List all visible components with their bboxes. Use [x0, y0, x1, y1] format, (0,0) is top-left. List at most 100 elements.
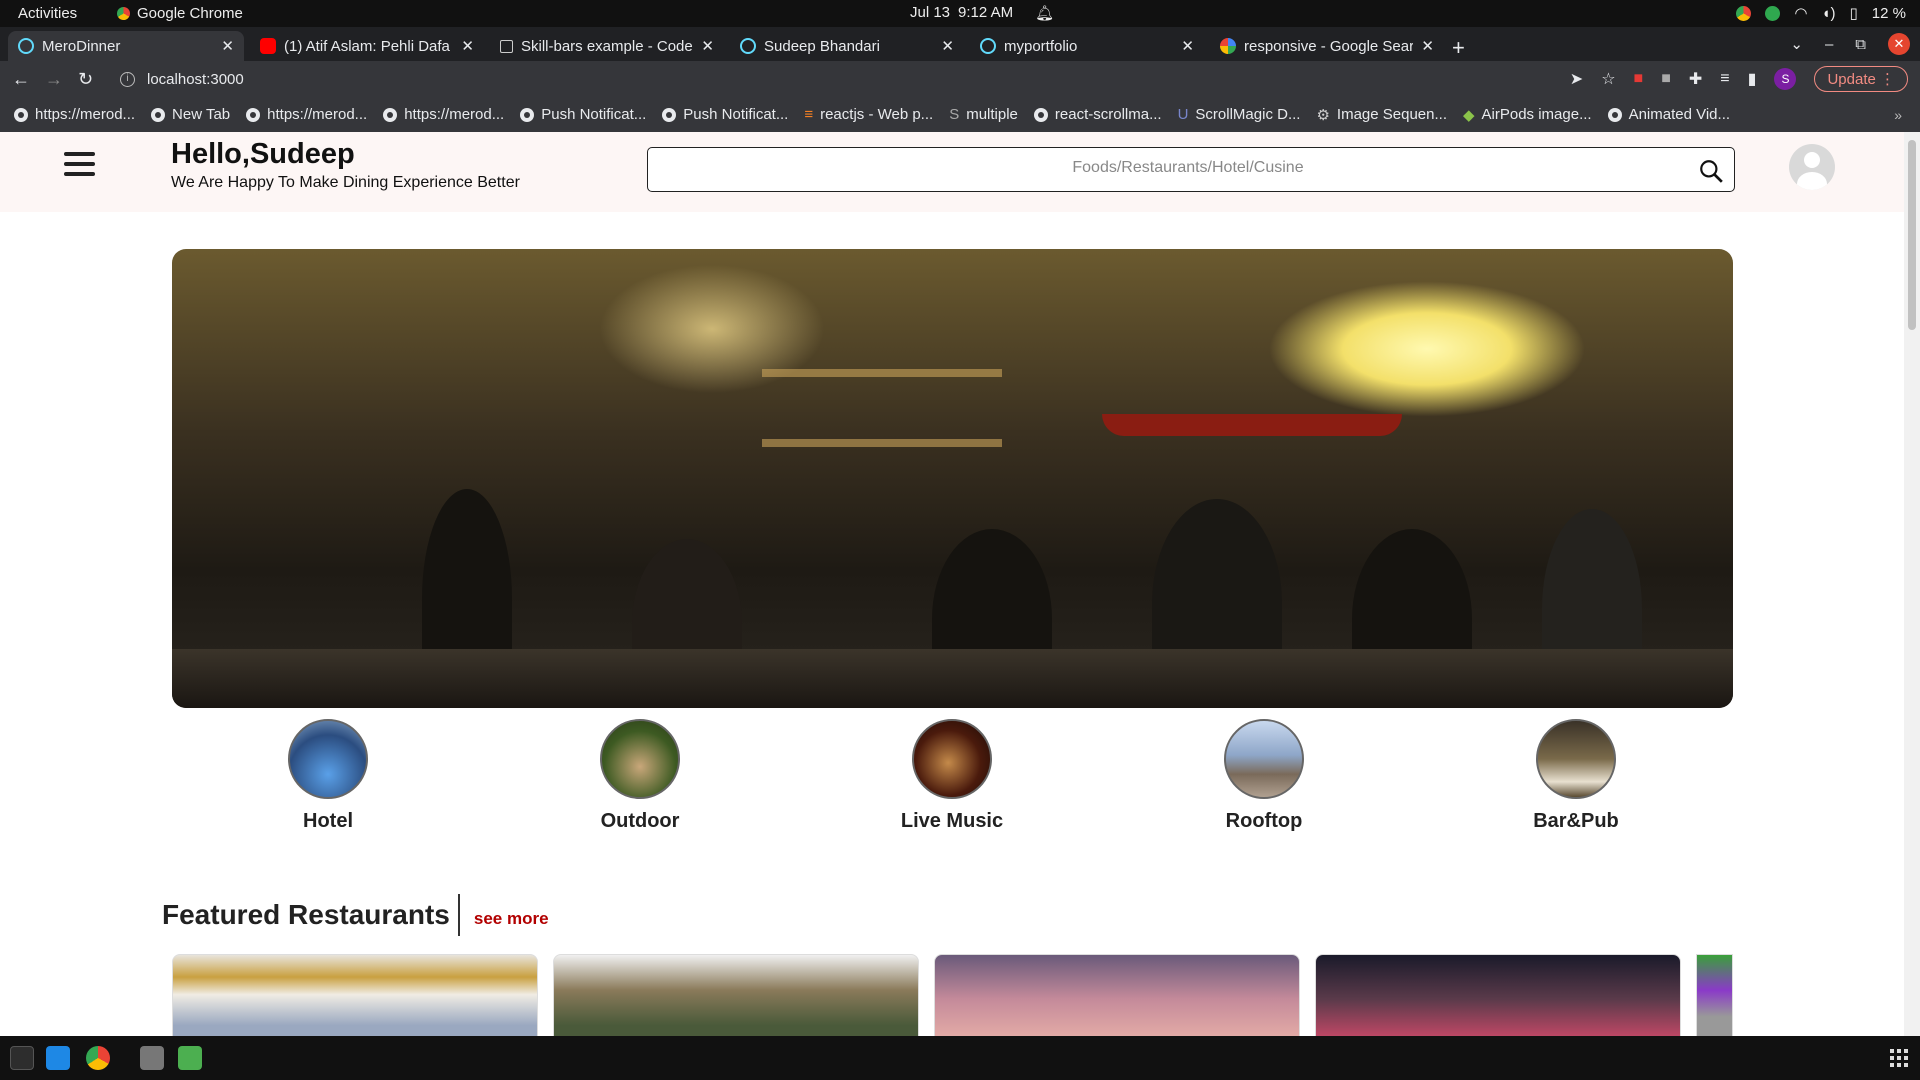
tab-strip: MeroDinner ✕ (1) Atif Aslam: Pehli Dafa … — [0, 27, 1920, 61]
scrollbar-thumb[interactable] — [1908, 140, 1916, 330]
bookmark-item[interactable]: https://merod... — [246, 106, 367, 123]
vscode-icon[interactable] — [46, 1046, 70, 1070]
restaurant-card[interactable] — [172, 954, 538, 1036]
profile-avatar[interactable]: S — [1774, 68, 1797, 90]
bookmark-item[interactable]: ◆ AirPods image... — [1463, 106, 1592, 124]
close-tab-icon[interactable]: ✕ — [461, 37, 474, 55]
hero-shelf — [762, 369, 1002, 377]
system-tray[interactable]: ◠ ◖) ▯ 12 % — [1736, 4, 1906, 22]
bookmark-item[interactable]: ⚙ Image Sequen... — [1316, 106, 1447, 124]
tab-codesandbox[interactable]: Skill-bars example - CodeS ✕ — [490, 31, 724, 61]
search-box — [647, 147, 1735, 192]
trash-icon[interactable] — [178, 1046, 202, 1070]
tab-search-icon[interactable]: ⌄ — [1790, 35, 1803, 53]
restaurant-card[interactable] — [934, 954, 1300, 1036]
see-more-link[interactable]: see more — [474, 909, 549, 929]
category-rooftop[interactable]: Rooftop — [1184, 719, 1344, 833]
update-label: Update — [1827, 71, 1876, 88]
side-panel-icon[interactable]: ▮ — [1748, 69, 1757, 89]
extension-red-icon[interactable]: ■ — [1634, 70, 1644, 88]
react-favicon-icon — [18, 38, 34, 54]
category-outdoor[interactable]: Outdoor — [560, 719, 720, 833]
forward-icon[interactable]: → — [45, 69, 63, 90]
chrome-tray-icon — [1736, 5, 1752, 21]
bookmark-item[interactable]: U ScrollMagic D... — [1178, 106, 1301, 123]
reload-icon[interactable]: ↻ — [78, 69, 93, 90]
update-button[interactable]: Update ⋮ — [1814, 66, 1908, 92]
close-tab-icon[interactable]: ✕ — [941, 37, 954, 55]
terminal-icon[interactable] — [10, 1046, 34, 1070]
tab-youtube[interactable]: (1) Atif Aslam: Pehli Dafa ✕ — [250, 31, 484, 61]
featured-title: Featured Restaurants — [162, 899, 450, 930]
tab-google-search[interactable]: responsive - Google Searc ✕ — [1210, 31, 1444, 61]
extension-gray-icon[interactable]: ■ — [1661, 70, 1671, 88]
search-icon[interactable] — [1698, 158, 1724, 184]
bookmark-label: Push Notificat... — [683, 106, 789, 123]
youtube-favicon-icon — [260, 38, 276, 54]
files-icon[interactable] — [140, 1046, 164, 1070]
address-bar[interactable]: i localhost:3000 — [108, 64, 1548, 94]
more-bookmarks-icon[interactable]: » — [1894, 107, 1902, 123]
bookmark-label: Image Sequen... — [1336, 106, 1447, 123]
tab-myportfolio[interactable]: myportfolio ✕ — [970, 31, 1204, 61]
close-window-button[interactable]: ✕ — [1888, 33, 1910, 55]
show-apps-icon[interactable] — [1890, 1049, 1908, 1067]
bookmark-item[interactable]: react-scrollma... — [1033, 106, 1162, 123]
taskbar — [0, 1036, 1920, 1080]
battery-icon: ▯ — [1849, 5, 1858, 22]
app-menu[interactable]: Google Chrome — [117, 5, 243, 22]
chrome-dock-icon[interactable] — [86, 1046, 110, 1070]
google-favicon-icon — [1220, 38, 1236, 54]
site-header: Hello,Sudeep We Are Happy To Make Dining… — [0, 132, 1904, 212]
bookmark-item[interactable]: https://merod... — [14, 106, 135, 123]
category-hotel[interactable]: Hotel — [248, 719, 408, 833]
send-icon[interactable]: ➤ — [1570, 69, 1583, 89]
bookmark-star-icon[interactable]: ☆ — [1601, 69, 1615, 89]
globe-icon — [662, 107, 677, 122]
bookmark-item[interactable]: New Tab — [151, 106, 230, 123]
reading-list-icon[interactable]: ≡ — [1720, 70, 1729, 88]
bookmark-label: multiple — [966, 106, 1018, 123]
stackoverflow-icon: ≡ — [804, 106, 814, 123]
tab-title: (1) Atif Aslam: Pehli Dafa — [284, 37, 450, 55]
bookmark-item[interactable]: ≡ reactjs - Web p... — [804, 106, 933, 123]
tab-merodinner[interactable]: MeroDinner ✕ — [8, 31, 244, 61]
clock-time: 9:12 AM — [958, 4, 1014, 21]
avatar-head — [1804, 152, 1820, 168]
category-live-music[interactable]: Live Music — [872, 719, 1032, 833]
minimize-button[interactable]: – — [1825, 36, 1833, 53]
bookmark-item[interactable]: Push Notificat... — [520, 106, 646, 123]
close-tab-icon[interactable]: ✕ — [701, 37, 714, 55]
page-scrollbar[interactable] — [1904, 132, 1920, 1036]
user-avatar[interactable] — [1789, 144, 1835, 190]
bookmark-item[interactable]: Push Notificat... — [662, 106, 788, 123]
bookmark-item[interactable]: https://merod... — [383, 106, 504, 123]
category-bar-pub[interactable]: Bar&Pub — [1496, 719, 1656, 833]
site-info-icon[interactable]: i — [120, 71, 135, 87]
close-tab-icon[interactable]: ✕ — [1421, 37, 1434, 55]
close-tab-icon[interactable]: ✕ — [221, 37, 234, 55]
restore-button[interactable]: ⧉ — [1855, 36, 1866, 53]
extensions-puzzle-icon[interactable]: ✚ — [1689, 69, 1702, 89]
react-favicon-icon — [740, 38, 756, 54]
menu-icon[interactable] — [64, 152, 95, 178]
volume-icon: ◖) — [1821, 4, 1836, 22]
tab-sudeep[interactable]: Sudeep Bhandari ✕ — [730, 31, 964, 61]
new-tab-button[interactable]: + — [1452, 35, 1465, 61]
search-input[interactable] — [688, 148, 1688, 188]
category-label: Hotel — [303, 810, 353, 832]
restaurant-card[interactable] — [553, 954, 919, 1036]
bookmark-item[interactable]: Animated Vid... — [1607, 106, 1730, 123]
clock[interactable]: Jul 13 9:12 AM 🔔︎ — [910, 4, 1054, 22]
window-controls: ⌄ – ⧉ ✕ — [1790, 33, 1910, 55]
greeting-title: Hello,Sudeep — [171, 138, 355, 170]
restaurant-card[interactable] — [1696, 954, 1733, 1036]
activities-button[interactable]: Activities — [18, 5, 77, 22]
category-label: Rooftop — [1225, 810, 1303, 832]
globe-icon — [1033, 107, 1048, 122]
back-icon[interactable]: ← — [12, 69, 30, 90]
bookmark-item[interactable]: Smultiple — [949, 106, 1018, 123]
close-tab-icon[interactable]: ✕ — [1181, 37, 1194, 55]
restaurant-card[interactable] — [1315, 954, 1681, 1036]
menu-bar — [64, 152, 95, 156]
